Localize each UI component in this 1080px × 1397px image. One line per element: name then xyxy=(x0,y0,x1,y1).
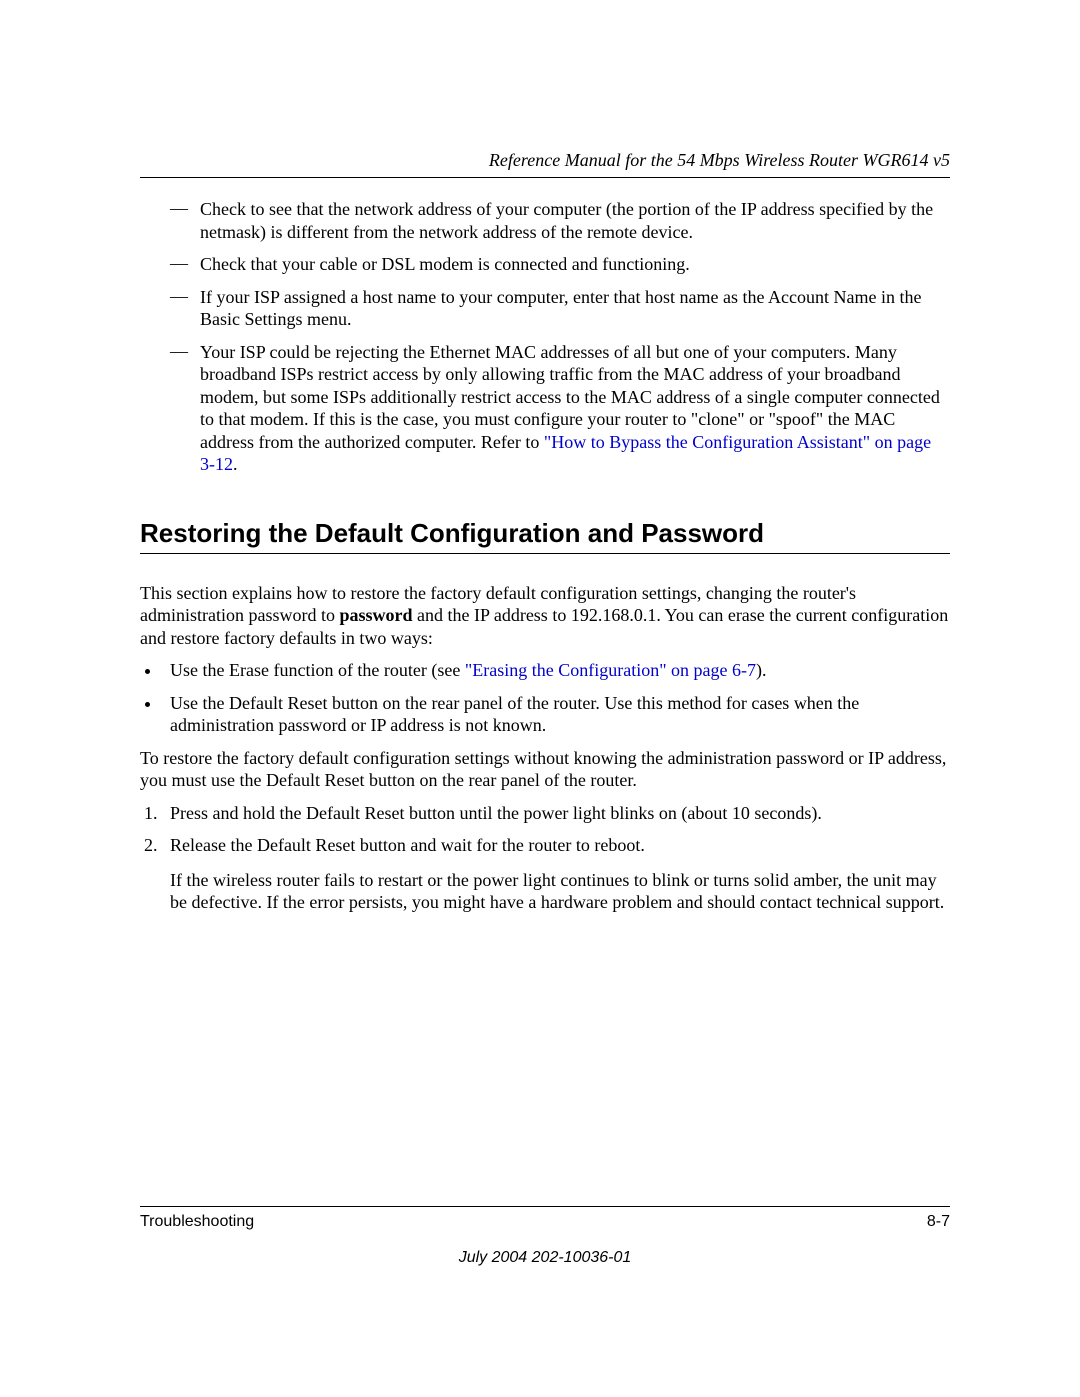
step-item: Release the Default Reset button and wai… xyxy=(162,834,950,914)
cross-reference-link[interactable]: "Erasing the Configuration" on page 6-7 xyxy=(465,660,756,680)
step-text: Release the Default Reset button and wai… xyxy=(170,835,645,855)
section-heading: Restoring the Default Configuration and … xyxy=(140,518,950,549)
intro-bold-word: password xyxy=(339,605,412,625)
dash-item: — Your ISP could be rejecting the Ethern… xyxy=(170,341,950,476)
dash-marker: — xyxy=(170,253,200,276)
dash-item-text: Your ISP could be rejecting the Ethernet… xyxy=(200,341,950,476)
dash-item: — Check that your cable or DSL modem is … xyxy=(170,253,950,276)
dash-item-text: Check that your cable or DSL modem is co… xyxy=(200,253,950,276)
footer-row: Troubleshooting 8-7 xyxy=(140,1213,950,1231)
bullet-item: Use the Erase function of the router (se… xyxy=(162,659,950,682)
dash-marker: — xyxy=(170,198,200,243)
bullet-item: Use the Default Reset button on the rear… xyxy=(162,692,950,737)
footer-section-name: Troubleshooting xyxy=(140,1213,254,1231)
step-item: Press and hold the Default Reset button … xyxy=(162,802,950,825)
dash-item-text: Check to see that the network address of… xyxy=(200,198,950,243)
bullet-text-before: Use the Erase function of the router (se… xyxy=(170,660,465,680)
dash-item-text: If your ISP assigned a host name to your… xyxy=(200,286,950,331)
footer-rule xyxy=(140,1206,950,1207)
section-rule xyxy=(140,553,950,554)
step-followup-paragraph: If the wireless router fails to restart … xyxy=(170,869,950,914)
page-footer: Troubleshooting 8-7 July 2004 202-10036-… xyxy=(140,1206,950,1267)
dash-marker: — xyxy=(170,286,200,331)
bullet-text-after: ). xyxy=(756,660,767,680)
body-paragraph: To restore the factory default configura… xyxy=(140,747,950,792)
dash-item: — If your ISP assigned a host name to yo… xyxy=(170,286,950,331)
dash-list: — Check to see that the network address … xyxy=(140,198,950,476)
bullet-list: Use the Erase function of the router (se… xyxy=(140,659,950,737)
dash-item-suffix: . xyxy=(233,454,238,474)
header-rule xyxy=(140,177,950,178)
intro-paragraph: This section explains how to restore the… xyxy=(140,582,950,650)
footer-publication-info: July 2004 202-10036-01 xyxy=(140,1249,950,1267)
bullet-text: Use the Default Reset button on the rear… xyxy=(170,693,859,736)
dash-item: — Check to see that the network address … xyxy=(170,198,950,243)
page-container: Reference Manual for the 54 Mbps Wireles… xyxy=(0,0,1080,1397)
footer-page-number: 8-7 xyxy=(927,1213,950,1231)
numbered-steps: Press and hold the Default Reset button … xyxy=(140,802,950,914)
dash-marker: — xyxy=(170,341,200,476)
step-text: Press and hold the Default Reset button … xyxy=(170,803,822,823)
running-heading: Reference Manual for the 54 Mbps Wireles… xyxy=(140,150,950,171)
